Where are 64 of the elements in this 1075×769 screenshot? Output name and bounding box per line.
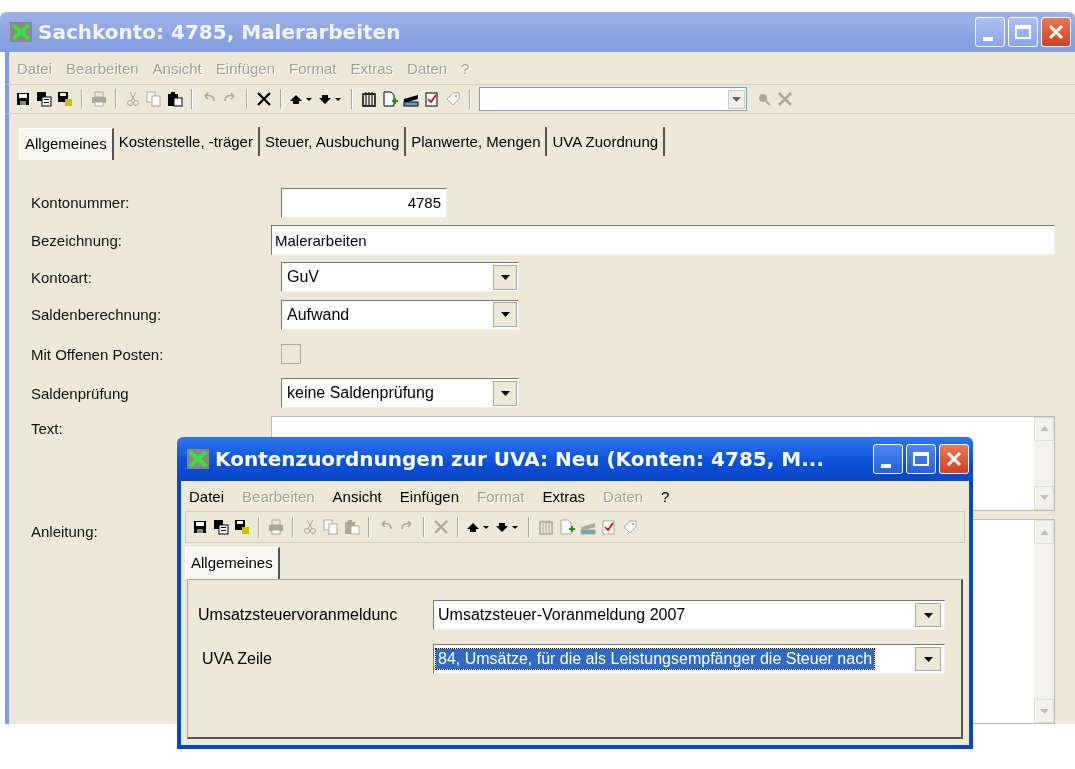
field-label: Anleitung: bbox=[31, 523, 98, 540]
field-label: Saldenberechnung: bbox=[31, 306, 162, 324]
caret-icon bbox=[923, 612, 933, 618]
caret-icon bbox=[500, 274, 510, 280]
input-field[interactable]: Malerarbeiten bbox=[271, 225, 1055, 256]
delete-icon[interactable] bbox=[256, 91, 272, 107]
tab[interactable]: Planwerte, Mengen bbox=[406, 127, 548, 156]
tab[interactable]: UVA Zuordnung bbox=[547, 127, 666, 156]
dropdown-field[interactable]: Umsatzsteuer-Voranmeldung 2007 bbox=[433, 600, 945, 630]
maximize-button[interactable] bbox=[1008, 17, 1038, 47]
window-title: Sachkonto: 4785, Malerarbeiten bbox=[38, 20, 402, 44]
dropdown-field[interactable]: 84, Umsätze, für die als Leistungsempfänger die Steuer nach bbox=[433, 644, 945, 674]
close-icon bbox=[945, 450, 963, 468]
menu-item[interactable]: Ansicht bbox=[332, 487, 382, 505]
document-plus-icon[interactable] bbox=[382, 91, 398, 107]
close-icon bbox=[1047, 23, 1065, 41]
tab[interactable]: Steuer, Ausbuchung bbox=[259, 127, 407, 156]
field-label: Mit Offenen Posten: bbox=[31, 345, 164, 363]
caret-icon bbox=[500, 312, 510, 318]
app-icon bbox=[10, 22, 32, 42]
menu-item[interactable]: ? bbox=[661, 487, 670, 505]
app-icon bbox=[187, 449, 209, 469]
close-button[interactable] bbox=[939, 444, 969, 474]
clear-icon[interactable] bbox=[777, 91, 793, 107]
floppy-pages-icon[interactable] bbox=[213, 519, 229, 535]
dropdown-field[interactable]: GuV bbox=[281, 262, 519, 293]
field-label: Umsatzsteuervoranmeldunc bbox=[198, 606, 399, 624]
dropdown-button[interactable] bbox=[915, 603, 941, 627]
field-label: UVA Zeile bbox=[201, 650, 273, 668]
dropdown-button[interactable] bbox=[493, 264, 517, 290]
window-title: Kontenzuordnungen zur UVA: Neu (Konten: 4785, M... bbox=[215, 447, 825, 471]
floppy-stack-icon[interactable] bbox=[234, 519, 250, 535]
clipboard-icon[interactable] bbox=[167, 91, 183, 107]
close-button[interactable] bbox=[1041, 17, 1071, 47]
field-label: Text: bbox=[31, 420, 63, 437]
checklist-icon[interactable] bbox=[424, 91, 440, 107]
caret-icon bbox=[923, 656, 933, 662]
dropdown-button[interactable] bbox=[493, 302, 517, 328]
field-label: Saldenprüfung bbox=[31, 384, 129, 402]
dropdown-button[interactable] bbox=[915, 647, 941, 671]
floppy-stack-icon[interactable] bbox=[57, 91, 73, 107]
menu-item[interactable]: Einfügen bbox=[399, 487, 459, 505]
caret-icon bbox=[500, 390, 510, 396]
binder-icon[interactable] bbox=[361, 91, 377, 107]
menu-item[interactable]: Datei bbox=[189, 487, 225, 505]
checkbox[interactable] bbox=[281, 344, 301, 365]
maximize-button[interactable] bbox=[906, 444, 936, 474]
search-icon[interactable] bbox=[756, 91, 772, 107]
caret-icon bbox=[732, 96, 741, 102]
minimize-button[interactable] bbox=[975, 17, 1005, 47]
tab[interactable]: Allgemeines bbox=[185, 547, 280, 579]
dropdown-button[interactable] bbox=[493, 380, 517, 406]
tab[interactable]: Kostenstelle, -träger bbox=[113, 127, 260, 156]
dropdown-field[interactable]: Aufwand bbox=[281, 299, 519, 330]
field-label: Kontonummer: bbox=[31, 194, 130, 212]
field-label: Kontoart: bbox=[31, 268, 92, 286]
field-label: Bezeichnung: bbox=[31, 231, 122, 249]
floppy-pages-icon[interactable] bbox=[36, 91, 52, 107]
menu-item[interactable]: Extras bbox=[542, 487, 586, 505]
search-combo-field[interactable] bbox=[479, 87, 747, 111]
tab[interactable]: Allgemeines bbox=[19, 128, 114, 160]
minimize-button[interactable] bbox=[873, 444, 903, 474]
input-field[interactable]: 4785 bbox=[281, 187, 447, 218]
dropdown-field[interactable]: keine Saldenprüfung bbox=[281, 378, 519, 409]
